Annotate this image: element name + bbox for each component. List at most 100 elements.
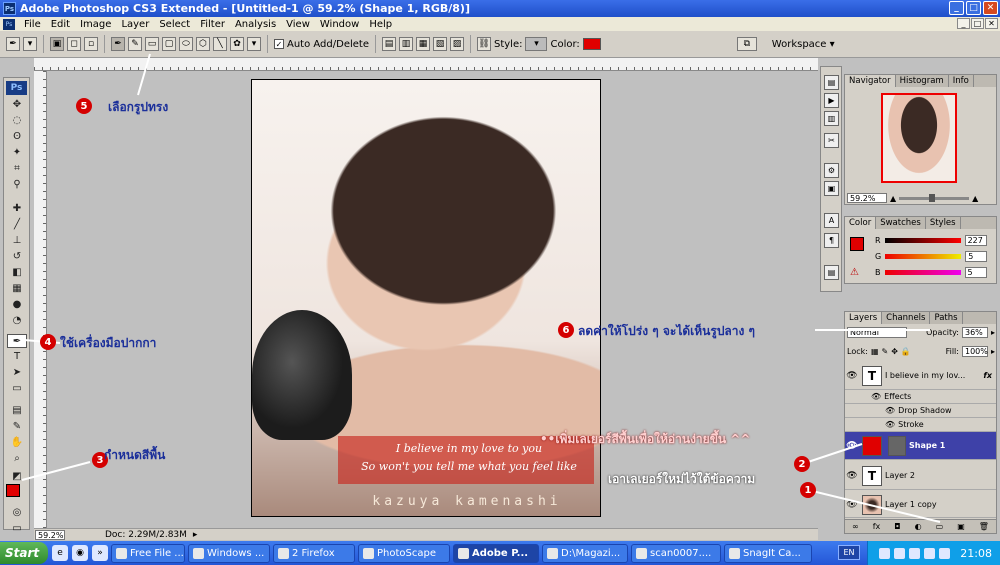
r-slider[interactable] xyxy=(884,238,961,243)
layer-style-icon[interactable]: fx xyxy=(873,522,881,531)
marquee-tool-icon[interactable]: ◌ xyxy=(7,114,27,128)
adjustment-layer-icon[interactable]: ◐ xyxy=(915,522,922,531)
tray-icon-2[interactable] xyxy=(894,547,906,559)
eye-icon[interactable]: 👁 xyxy=(845,371,859,381)
shape-tool-icon[interactable]: ▭ xyxy=(7,382,27,396)
type-tool-icon[interactable]: T xyxy=(7,350,27,364)
add-mode-icon[interactable]: ▥ xyxy=(398,37,413,51)
hand-tool-icon[interactable]: ✋ xyxy=(7,436,27,450)
tab-paths[interactable]: Paths xyxy=(930,312,963,324)
color-swatch[interactable] xyxy=(582,38,601,50)
menu-help[interactable]: Help xyxy=(364,19,397,30)
task-adobe-photoshop[interactable]: Adobe P... xyxy=(453,543,539,563)
drop-shadow-eye-icon[interactable]: 👁 xyxy=(885,406,895,415)
quick-mask-icon[interactable]: ◎ xyxy=(7,506,27,520)
tray-icon-3[interactable] xyxy=(909,547,921,559)
screen-mode-icon[interactable]: ▭ xyxy=(7,522,27,534)
task-firefox[interactable]: 2 Firefox xyxy=(273,543,355,563)
task-scan0007[interactable]: scan0007.... xyxy=(631,543,721,563)
b-value[interactable]: 5 xyxy=(964,267,987,278)
color-foreground-swatch[interactable] xyxy=(850,237,864,251)
document-canvas[interactable]: I believe in my love to you So won't you… xyxy=(252,80,600,516)
ie-quicklaunch-icon[interactable]: e xyxy=(52,545,68,561)
delete-layer-icon[interactable]: 🗑 xyxy=(979,522,989,531)
history-icon[interactable]: ▣ xyxy=(824,181,839,196)
gradient-tool-icon[interactable]: ▦ xyxy=(7,282,27,296)
opacity-field[interactable]: 36% xyxy=(961,327,988,338)
subtract-mode-icon[interactable]: ▦ xyxy=(415,37,430,51)
preset-dropdown-icon[interactable]: ▾ xyxy=(23,37,37,51)
magic-wand-tool-icon[interactable]: ✦ xyxy=(7,146,27,160)
tab-layers[interactable]: Layers xyxy=(845,312,883,324)
default-colors-icon[interactable]: ◩ xyxy=(7,470,27,484)
tab-navigator[interactable]: Navigator xyxy=(845,75,896,87)
new-layer-icon[interactable]: ▣ xyxy=(957,522,965,531)
lock-transparent-icon[interactable]: ▦ xyxy=(871,347,879,356)
task-d-magazine[interactable]: D:\Magazi... xyxy=(542,543,628,563)
menu-select[interactable]: Select xyxy=(154,19,195,30)
tab-swatches[interactable]: Swatches xyxy=(876,217,926,229)
fill-pixels-mode-icon[interactable]: ▫ xyxy=(84,37,98,51)
dodge-tool-icon[interactable]: ◔ xyxy=(7,314,27,328)
brush-tool-icon[interactable]: ╱ xyxy=(7,218,27,232)
opacity-arrow-icon[interactable]: ▸ xyxy=(991,328,995,337)
workspace-menu[interactable]: Workspace ▾ xyxy=(772,39,835,50)
gamut-warning-icon[interactable]: ⚠ xyxy=(850,267,859,278)
eyedropper2-tool-icon[interactable]: ✎ xyxy=(7,420,27,434)
menu-edit[interactable]: Edit xyxy=(46,19,75,30)
shape-layers-mode-icon[interactable]: ▣ xyxy=(50,37,64,51)
character-panel-icon[interactable]: A xyxy=(824,213,839,228)
brushes-panel-icon[interactable]: ▤ xyxy=(824,75,839,90)
zoom-slider[interactable] xyxy=(899,193,970,202)
status-menu-arrow-icon[interactable]: ▸ xyxy=(193,530,198,540)
firefox-quicklaunch-icon[interactable]: ◉ xyxy=(72,545,88,561)
tray-icon-1[interactable] xyxy=(879,547,891,559)
rounded-rectangle-shape-icon[interactable]: ▢ xyxy=(162,37,176,51)
rectangle-shape-icon[interactable]: ▭ xyxy=(145,37,159,51)
menu-layer[interactable]: Layer xyxy=(116,19,154,30)
clone-stamp-tool-icon[interactable]: ⊥ xyxy=(7,234,27,248)
doc-minimize-button[interactable]: _ xyxy=(957,18,970,29)
stroke-eye-icon[interactable]: 👁 xyxy=(885,420,895,429)
menu-file[interactable]: File xyxy=(19,19,46,30)
task-photoscape[interactable]: PhotoScape xyxy=(358,543,450,563)
menu-view[interactable]: View xyxy=(281,19,315,30)
r-value[interactable]: 227 xyxy=(964,235,987,246)
zoom-tool-icon[interactable]: ⌕ xyxy=(7,452,27,466)
fill-field[interactable]: 100% xyxy=(961,346,988,357)
foreground-color-swatch[interactable] xyxy=(6,484,20,497)
layer-effect-stroke[interactable]: 👁 Stroke xyxy=(845,418,996,432)
doc-restore-button[interactable]: □ xyxy=(971,18,984,29)
lock-all-icon[interactable]: 🔒 xyxy=(901,347,911,356)
custom-shape-icon[interactable]: ✿ xyxy=(230,37,244,51)
tab-color[interactable]: Color xyxy=(845,217,877,229)
zoom-out-icon[interactable]: ▲ xyxy=(890,194,896,203)
geometry-options-icon[interactable]: ▾ xyxy=(247,37,261,51)
layer-row-text[interactable]: 👁 T I believe in my lov... fx xyxy=(845,362,996,390)
pen-icon[interactable]: ✒ xyxy=(111,37,125,51)
link-layers-icon[interactable]: ∞ xyxy=(852,522,859,531)
language-indicator[interactable]: EN xyxy=(838,545,860,560)
line-shape-icon[interactable]: ╲ xyxy=(213,37,227,51)
healing-brush-tool-icon[interactable]: ✚ xyxy=(7,202,27,216)
minimize-button[interactable]: _ xyxy=(949,1,964,15)
layer-comps-icon[interactable]: ▥ xyxy=(824,111,839,126)
zoom-in-icon[interactable]: ▲ xyxy=(972,194,978,203)
layer-effect-drop-shadow[interactable]: 👁 Drop Shadow xyxy=(845,404,996,418)
new-group-icon[interactable]: ▭ xyxy=(936,522,944,531)
actions-icon[interactable]: ⚙ xyxy=(824,163,839,178)
task-free-file[interactable]: Free File ... xyxy=(111,543,185,563)
show-more-icon[interactable]: » xyxy=(92,545,108,561)
lock-image-icon[interactable]: ✎ xyxy=(882,347,889,356)
notes-tool-icon[interactable]: ▤ xyxy=(7,404,27,418)
eye-icon[interactable]: 👁 xyxy=(845,441,859,451)
tab-styles[interactable]: Styles xyxy=(926,217,961,229)
zoom-field[interactable]: 59.2% xyxy=(35,529,65,540)
tab-channels[interactable]: Channels xyxy=(882,312,931,324)
tab-info[interactable]: Info xyxy=(949,75,974,87)
navigator-thumbnail[interactable] xyxy=(881,93,957,183)
paragraph-panel-icon[interactable]: ¶ xyxy=(824,233,839,248)
palette-well-icon[interactable]: ⧉ xyxy=(736,37,757,51)
ellipse-shape-icon[interactable]: ⬭ xyxy=(179,37,193,51)
menu-filter[interactable]: Filter xyxy=(195,19,230,30)
